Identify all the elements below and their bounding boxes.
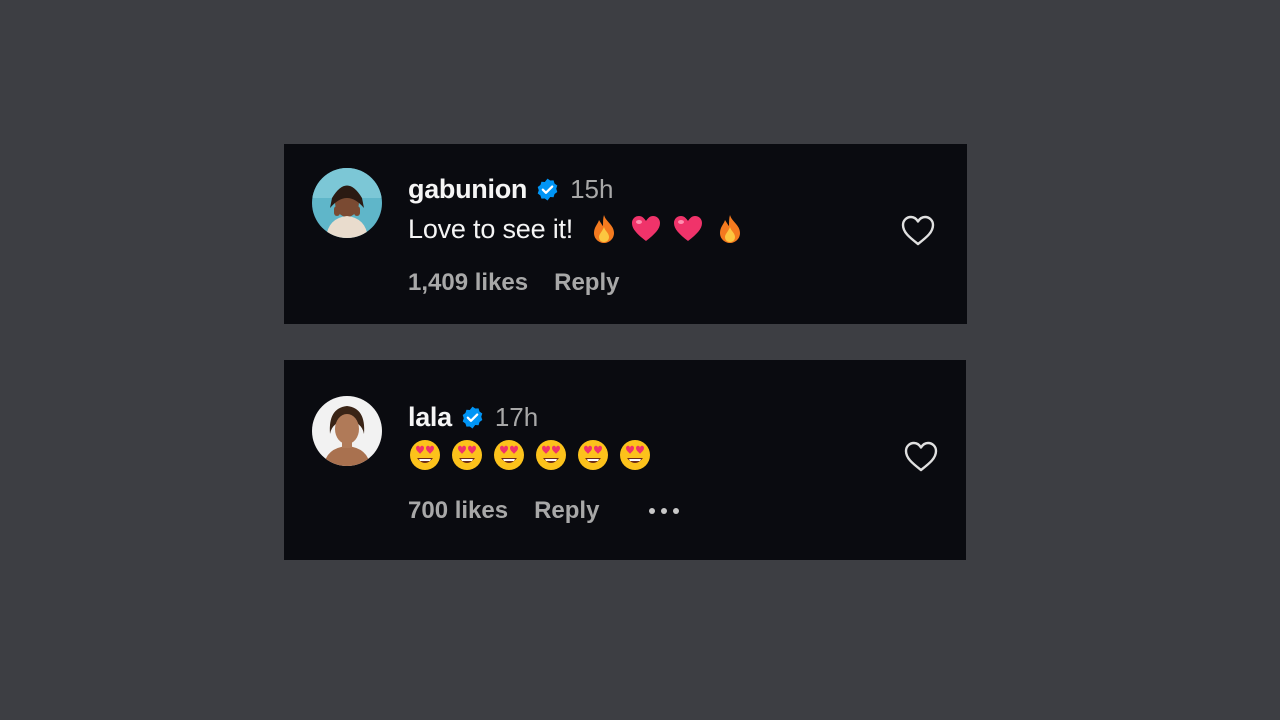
username[interactable]: lala	[408, 402, 452, 433]
comment-card: gabunion 15h Love to see it! 1,409 likes…	[284, 144, 967, 324]
fire-emoji	[713, 212, 747, 246]
verified-badge-icon	[535, 177, 560, 202]
comment-card: lala 17h 700 likes Reply	[284, 360, 966, 560]
avatar[interactable]	[312, 168, 382, 238]
heart-eyes-emoji	[576, 438, 610, 472]
dot	[661, 508, 668, 514]
reply-button[interactable]: Reply	[554, 269, 619, 297]
avatar[interactable]	[312, 396, 382, 466]
more-options-icon[interactable]	[649, 508, 680, 514]
comment-body	[408, 437, 660, 473]
comment-actions: 700 likes Reply	[408, 496, 680, 526]
heart-emoji	[671, 212, 705, 246]
verified-badge-icon	[460, 405, 485, 430]
timestamp: 17h	[494, 401, 539, 432]
heart-eyes-emoji	[534, 438, 568, 472]
username[interactable]: gabunion	[408, 174, 527, 205]
comment-body: Love to see it!	[408, 211, 755, 247]
reply-button[interactable]: Reply	[534, 497, 599, 525]
heart-eyes-emoji	[450, 438, 484, 472]
timestamp: 15h	[570, 173, 614, 204]
comment-header: gabunion 15h	[408, 172, 613, 206]
comment-actions: 1,409 likes Reply	[408, 268, 619, 298]
heart-eyes-emoji	[618, 438, 652, 472]
dot	[649, 508, 656, 514]
likes-count[interactable]: 700 likes	[408, 497, 508, 525]
comment-text: Love to see it!	[408, 213, 574, 244]
heart-eyes-emoji	[492, 438, 526, 472]
heart-outline-icon[interactable]	[903, 440, 939, 474]
heart-outline-icon[interactable]	[900, 214, 936, 248]
dot	[673, 508, 680, 514]
heart-eyes-emoji	[408, 438, 442, 472]
heart-emoji	[629, 212, 663, 246]
likes-count[interactable]: 1,409 likes	[408, 269, 528, 297]
fire-emoji	[587, 212, 621, 246]
comment-header: lala 17h	[408, 400, 538, 434]
